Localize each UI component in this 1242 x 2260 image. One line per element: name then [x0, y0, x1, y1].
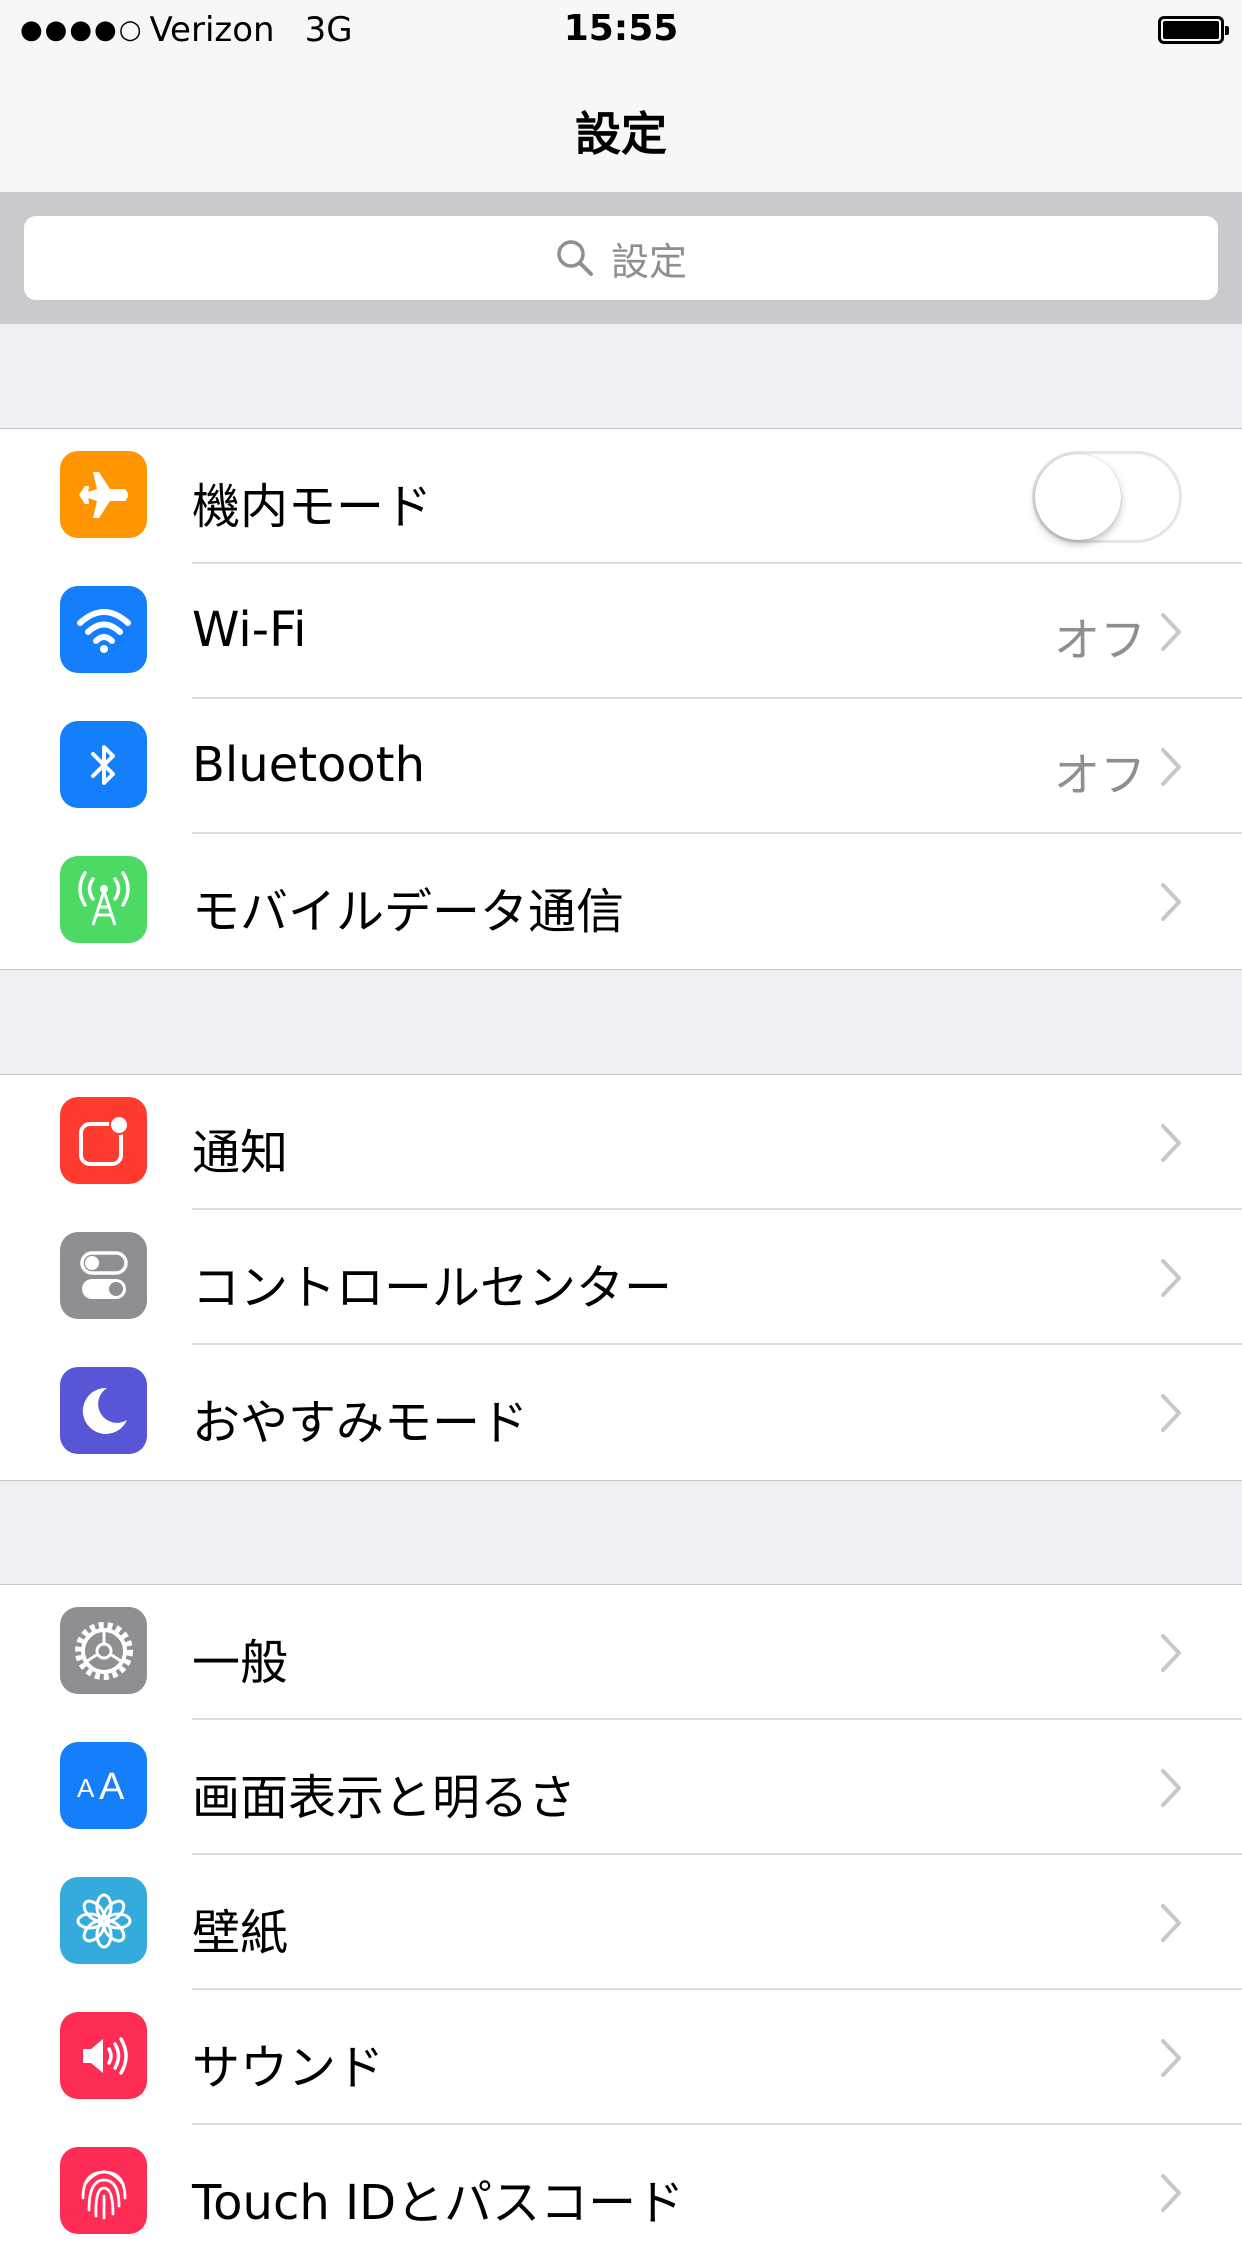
svg-text:A: A — [99, 1766, 125, 1808]
notifications-icon — [60, 1097, 147, 1184]
search-bar: 設定 — [0, 192, 1242, 324]
settings-row-do-not-disturb[interactable]: おやすみモード — [0, 1345, 1242, 1480]
chevron-right-icon — [1161, 613, 1181, 651]
wallpaper-flower-icon — [60, 1877, 147, 1964]
notifications-label: 通知 — [192, 1125, 289, 1181]
chevron-right-icon — [1161, 2174, 1181, 2212]
chevron-right-icon — [1161, 1394, 1181, 1432]
wifi-status-value: オフ — [1054, 613, 1146, 667]
chevron-right-icon — [1161, 1124, 1181, 1162]
airplane-mode-label: 機内モード — [192, 479, 433, 535]
chevron-right-icon — [1161, 748, 1181, 786]
fingerprint-icon — [60, 2147, 147, 2234]
settings-row-touch-id-passcode[interactable]: Touch IDとパスコード — [0, 2125, 1242, 2260]
settings-row-sounds[interactable]: サウンド — [0, 1990, 1242, 2125]
display-brightness-label: 画面表示と明るさ — [192, 1770, 577, 1826]
speaker-icon — [60, 2012, 147, 2099]
bluetooth-icon — [60, 721, 147, 808]
bluetooth-status-value: オフ — [1054, 748, 1146, 802]
moon-icon — [60, 1367, 147, 1454]
navigation-bar: 設定 — [0, 62, 1242, 192]
do-not-disturb-label: おやすみモード — [192, 1395, 529, 1451]
wifi-label: Wi-Fi — [192, 602, 307, 658]
settings-row-cellular[interactable]: モバイルデータ通信 — [0, 834, 1242, 969]
wallpaper-label: 壁紙 — [192, 1905, 289, 1961]
touch-id-passcode-label: Touch IDとパスコード — [192, 2175, 685, 2231]
battery-full-icon — [1158, 16, 1229, 44]
chevron-right-icon — [1161, 1769, 1181, 1807]
settings-row-display-brightness[interactable]: A A 画面表示と明るさ — [0, 1720, 1242, 1855]
cellular-label: モバイルデータ通信 — [192, 884, 625, 940]
gear-icon — [60, 1607, 147, 1694]
display-brightness-icon: A A — [60, 1742, 147, 1829]
settings-row-general[interactable]: 一般 — [0, 1585, 1242, 1720]
chevron-right-icon — [1161, 1634, 1181, 1672]
chevron-right-icon — [1161, 1259, 1181, 1297]
page-title: 設定 — [575, 107, 667, 161]
control-center-icon — [60, 1232, 147, 1319]
settings-group-connectivity: 機内モード Wi-Fi オフ Bluetooth オフ モバイルデータ通信 — [0, 428, 1242, 970]
airplane-mode-toggle[interactable] — [1032, 451, 1182, 543]
settings-row-control-center[interactable]: コントロールセンター — [0, 1210, 1242, 1345]
chevron-right-icon — [1161, 1904, 1181, 1942]
search-placeholder: 設定 — [610, 239, 687, 284]
wifi-icon — [60, 586, 147, 673]
airplane-icon — [60, 451, 147, 538]
status-time: 15:55 — [563, 8, 679, 49]
status-bar: ●●●●○ Verizon 3G 15:55 — [0, 0, 1242, 62]
settings-row-notifications[interactable]: 通知 — [0, 1075, 1242, 1210]
settings-row-bluetooth[interactable]: Bluetooth オフ — [0, 699, 1242, 834]
general-label: 一般 — [192, 1635, 289, 1691]
search-input[interactable]: 設定 — [24, 216, 1218, 300]
svg-text:A: A — [77, 1773, 95, 1803]
settings-group-general: 一般 A A 画面表示と明るさ 壁紙 サウンド Touch IDとパスコード — [0, 1584, 1242, 2260]
settings-row-airplane-mode[interactable]: 機内モード — [0, 429, 1242, 564]
settings-row-wallpaper[interactable]: 壁紙 — [0, 1855, 1242, 1990]
settings-group-notifications: 通知 コントロールセンター おやすみモード — [0, 1074, 1242, 1481]
sounds-label: サウンド — [192, 2040, 385, 2096]
cellular-icon — [60, 856, 147, 943]
settings-row-wifi[interactable]: Wi-Fi オフ — [0, 564, 1242, 699]
chevron-right-icon — [1161, 883, 1181, 921]
toggle-knob — [1035, 454, 1121, 540]
chevron-right-icon — [1161, 2039, 1181, 2077]
bluetooth-label: Bluetooth — [192, 737, 426, 793]
search-icon — [557, 240, 593, 276]
control-center-label: コントロールセンター — [192, 1260, 673, 1316]
